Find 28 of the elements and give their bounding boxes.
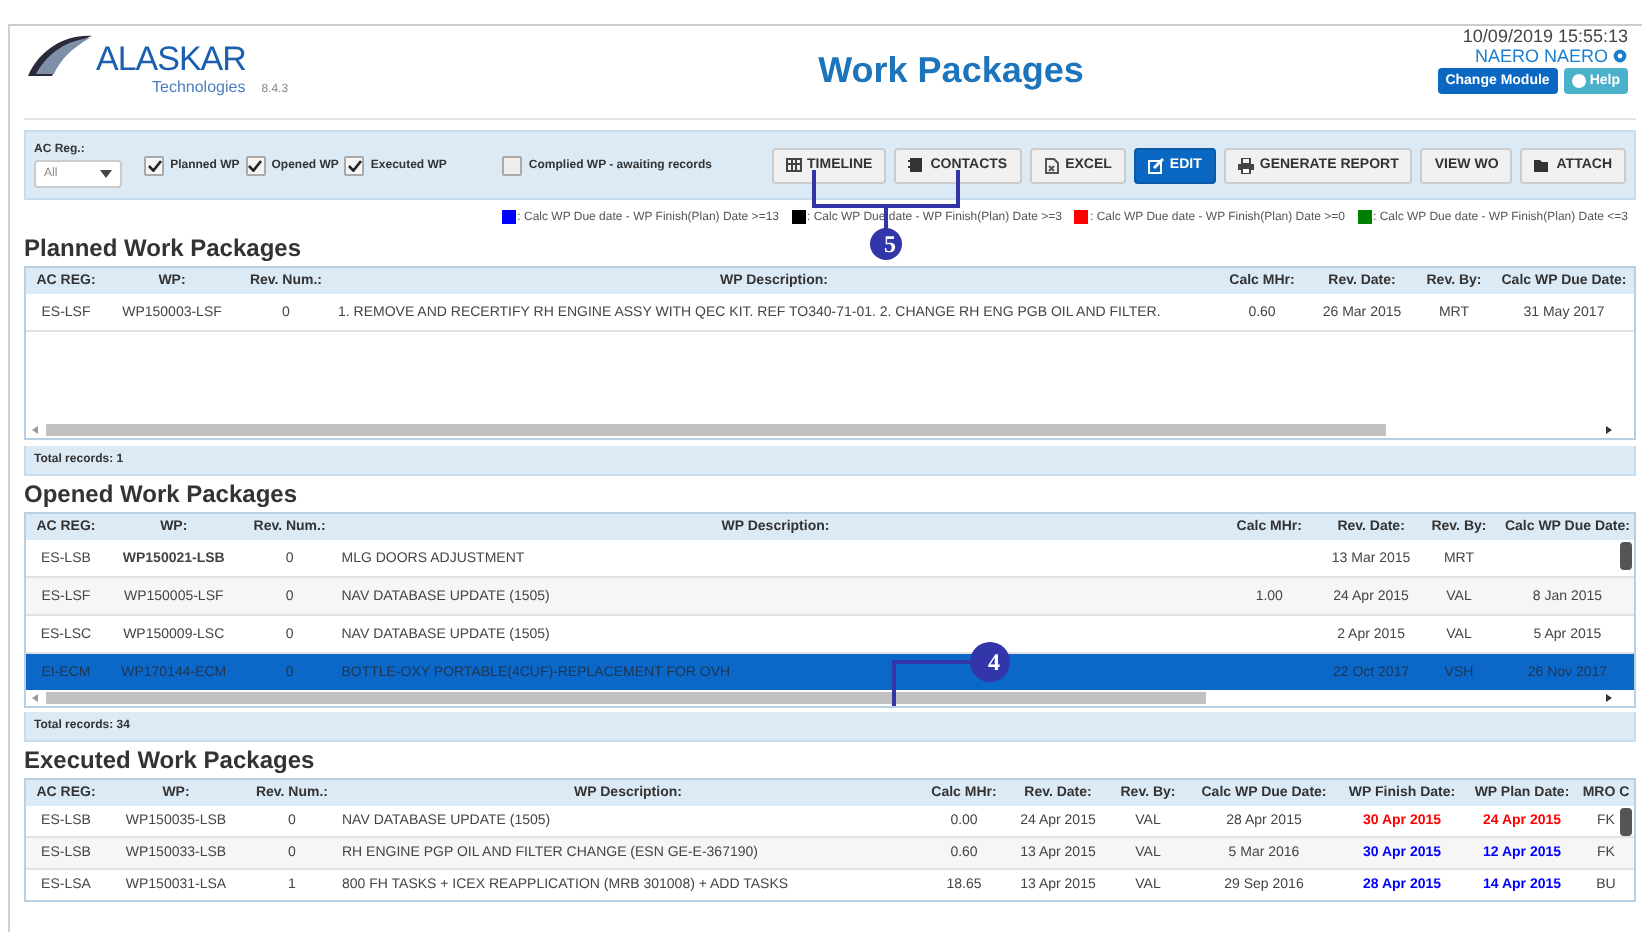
page-title: Work Packages — [816, 50, 1086, 92]
address-book-icon — [908, 157, 925, 173]
gear-icon — [1612, 48, 1628, 64]
check-icon — [347, 159, 362, 171]
callout-number: 5 — [882, 230, 898, 258]
folder-icon — [1534, 157, 1551, 173]
printer-icon — [1237, 157, 1254, 173]
section-heading: Executed Work Packages — [24, 746, 315, 774]
vertical-scrollbar — [1618, 808, 1634, 836]
datetime-label: 10/09/2019 15:55:13 — [1462, 26, 1628, 46]
grid-icon — [785, 157, 802, 173]
check-icon — [147, 159, 162, 171]
brand-name: ALASKAR — [96, 42, 248, 78]
vertical-scrollbar — [1618, 542, 1634, 570]
checkbox[interactable] — [245, 155, 266, 175]
document-icon — [1043, 157, 1060, 173]
checkbox[interactable] — [502, 155, 523, 175]
caret-icon — [100, 169, 112, 177]
checkbox[interactable] — [144, 155, 165, 175]
brand-subtitle: Technologies — [152, 78, 246, 96]
edit-icon — [1147, 157, 1164, 173]
check-icon — [248, 159, 263, 171]
callout-number: 4 — [986, 648, 1002, 676]
section-heading: Planned Work Packages — [24, 234, 302, 262]
user-name[interactable]: NAERO NAERO — [1474, 46, 1608, 66]
section-heading: Opened Work Packages — [24, 480, 297, 508]
swoosh-icon — [24, 32, 96, 80]
checkbox[interactable] — [344, 155, 365, 175]
